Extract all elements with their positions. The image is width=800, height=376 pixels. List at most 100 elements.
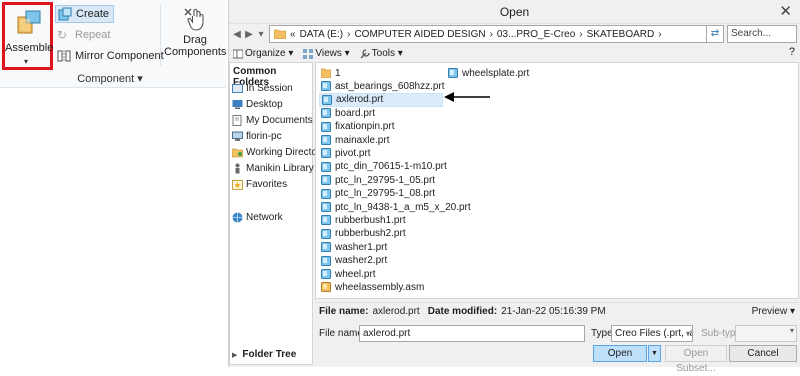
create-icon <box>58 7 72 21</box>
type-value: Creo Files (.prt, .asm, <box>615 328 692 339</box>
chevron-down-icon: ▾ <box>685 329 690 338</box>
breadcrumb-0[interactable]: « <box>290 29 296 40</box>
info-date-value: 21-Jan-22 05:16:39 PM <box>501 306 606 317</box>
views-menu[interactable]: Views ▾ <box>303 48 350 59</box>
create-button[interactable]: Create <box>55 5 115 23</box>
type-label: Type <box>591 328 613 339</box>
breadcrumb-2[interactable]: COMPUTER AIDED DESIGN <box>354 29 485 40</box>
dialog-title: Open <box>229 0 800 24</box>
breadcrumb-3[interactable]: 03...PRO_E-Creo <box>497 29 575 40</box>
folder-tree-label: Folder Tree <box>242 349 297 360</box>
folder-network[interactable]: Network <box>232 209 283 225</box>
folder-icon <box>274 29 286 39</box>
search-input[interactable]: Search... <box>727 25 797 43</box>
file-list-item[interactable]: ast_bearings_608hzz.prt <box>319 79 449 93</box>
common-folders-header: Common Folders <box>233 66 277 88</box>
recent-dropdown-icon[interactable]: ▾ <box>255 28 267 42</box>
file-list-item[interactable]: pivot.prt <box>319 146 375 160</box>
part-file-icon <box>321 81 331 92</box>
info-file-name-label: File name: <box>319 306 369 317</box>
part-file-icon <box>321 255 331 266</box>
address-bar[interactable]: « DATA (E:) › COMPUTER AIDED DESIGN › 03… <box>269 25 707 43</box>
part-file-icon <box>321 228 331 239</box>
file-list-item[interactable]: 1 <box>319 66 345 80</box>
chevron-down-icon: ▾ <box>789 326 794 335</box>
ribbon-component-group: Assemble ▾ Create ↻ Repeat Mirror Compon… <box>0 0 226 88</box>
refresh-icon[interactable]: ⇄ <box>707 25 724 43</box>
part-file-icon <box>321 202 331 212</box>
cancel-button[interactable]: Cancel <box>729 345 797 362</box>
assemble-button[interactable]: Assemble ▾ <box>2 2 53 70</box>
file-list-item[interactable]: wheelassembly.asm <box>319 280 428 294</box>
file-list-item[interactable]: washer1.prt <box>319 240 391 254</box>
common-folders-pane: Common Folders In Session Desktop My Doc… <box>229 62 325 365</box>
open-dropdown-button[interactable]: ▼ <box>648 345 661 362</box>
drag-label-2: Components <box>164 46 227 58</box>
breadcrumb-1[interactable]: DATA (E:) <box>300 29 344 40</box>
file-name: axlerod.prt <box>336 94 384 106</box>
help-icon[interactable]: ? <box>789 46 795 58</box>
file-list-item[interactable]: wheel.prt <box>319 267 380 281</box>
drag-components-button[interactable]: Drag Components <box>164 4 226 58</box>
mirror-label: Mirror Component <box>75 50 164 62</box>
file-list-item[interactable]: fixationpin.prt <box>319 120 398 134</box>
file-list-item[interactable]: washer2.prt <box>319 254 391 268</box>
folder-working-directory[interactable]: Working Directory <box>232 144 325 160</box>
folder-florin-pc[interactable]: florin-pc <box>232 128 282 144</box>
file-list-item[interactable]: board.prt <box>319 106 379 120</box>
tools-icon <box>360 48 370 58</box>
mirror-icon <box>57 50 71 62</box>
file-list-item[interactable]: wheelsplate.prt <box>446 66 533 80</box>
organize-menu[interactable]: Organize ▾ <box>233 48 293 59</box>
filename-input[interactable]: axlerod.prt <box>359 325 585 342</box>
file-list-item[interactable]: axlerod.prt <box>319 92 443 107</box>
folder-label: florin-pc <box>246 130 282 142</box>
part-file-icon <box>321 175 331 186</box>
file-list-item[interactable]: rubberbush1.prt <box>319 213 410 227</box>
file-name: pivot.prt <box>335 147 371 159</box>
folder-desktop[interactable]: Desktop <box>232 96 283 112</box>
file-list-item[interactable]: ptc_din_70615-1-m10.prt <box>319 160 451 174</box>
mirror-component-button[interactable]: Mirror Component <box>57 47 164 65</box>
back-arrow-icon[interactable]: ◀ <box>231 28 243 42</box>
file-list-item[interactable]: ptc_ln_29795-1_05.prt <box>319 173 439 187</box>
folder-label: Desktop <box>246 98 283 110</box>
part-file-icon <box>321 188 331 199</box>
file-list-item[interactable]: mainaxle.prt <box>319 133 393 147</box>
ribbon-divider <box>160 4 161 66</box>
folder-icon <box>321 68 331 78</box>
folder-favorites[interactable]: Favorites <box>232 176 287 192</box>
file-name: fixationpin.prt <box>335 121 395 133</box>
drag-hand-icon <box>184 8 204 31</box>
component-group-label[interactable]: Component ▾ <box>55 72 165 85</box>
folder-in-session[interactable]: In Session <box>232 80 293 96</box>
open-button[interactable]: Open <box>593 345 647 362</box>
dialog-toolbar: Organize ▾ Views ▾ Tools ▾ ? <box>229 45 800 62</box>
tools-menu[interactable]: Tools ▾ <box>360 48 403 59</box>
filename-label: File name <box>319 328 363 339</box>
file-name: 1 <box>335 67 341 79</box>
folder-tree-toggle[interactable]: ▶ Folder Tree <box>232 349 296 360</box>
preview-toggle[interactable]: Preview ▾ <box>752 306 795 317</box>
folder-label: In Session <box>246 82 293 94</box>
breadcrumb-4[interactable]: SKATEBOARD <box>587 29 655 40</box>
folder-manikin-library[interactable]: Manikin Library <box>232 160 314 176</box>
forward-arrow-icon[interactable]: ▶ <box>243 28 255 42</box>
type-select[interactable]: Creo Files (.prt, .asm, ▾ <box>611 325 693 342</box>
breadcrumb-sep-2: › <box>489 28 493 40</box>
folder-my-documents[interactable]: My Documents <box>232 112 313 128</box>
assembly-file-icon <box>321 282 331 293</box>
open-subset-button[interactable]: Open Subset... <box>665 345 727 374</box>
file-list-item[interactable]: ptc_ln_9438-1_a_m5_x_20.prt <box>319 200 475 214</box>
repeat-button[interactable]: ↻ Repeat <box>57 26 110 44</box>
file-name: wheel.prt <box>335 268 376 280</box>
close-icon[interactable]: ✕ <box>779 2 792 20</box>
file-list-item[interactable]: ptc_ln_29795-1_08.prt <box>319 187 439 201</box>
open-dialog: Open ✕ ◀ ▶ ▾ « DATA (E:) › COMPUTER AIDE… <box>228 0 800 374</box>
file-name: wheelassembly.asm <box>335 281 425 293</box>
chevron-down-icon[interactable]: ▾ <box>24 57 28 66</box>
part-file-icon <box>321 242 331 253</box>
file-list-item[interactable]: rubberbush2.prt <box>319 227 410 241</box>
part-file-icon <box>321 269 331 279</box>
subtype-select[interactable]: ▾ <box>735 325 797 342</box>
